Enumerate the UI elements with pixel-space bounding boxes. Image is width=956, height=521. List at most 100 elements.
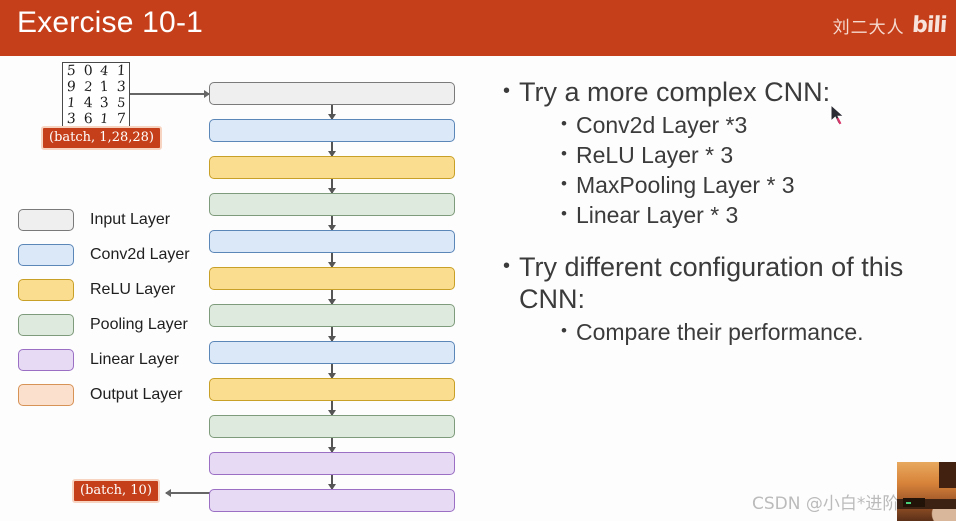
legend-item-relu: ReLU Layer: [18, 272, 190, 307]
presenter-video-thumbnail[interactable]: [897, 462, 956, 521]
bullet-heading-2: • Try different configuration of this CN…: [503, 251, 948, 317]
layer-legend: Input Layer Conv2d Layer ReLU Layer Pool…: [18, 202, 190, 412]
brand-watermark: 刘二大人 bili: [832, 12, 947, 39]
layer-slot: [209, 156, 455, 194]
sub-bullet-maxpooling: • MaxPooling Layer * 3: [561, 171, 948, 201]
digit-cell: 9: [66, 78, 77, 96]
legend-item-linear: Linear Layer: [18, 342, 190, 377]
mnist-digit-grid: 5 0 4 1 9 2 1 3 1 4 3 5 3 6 1 7: [62, 62, 130, 128]
legend-swatch-output: [18, 383, 74, 406]
digit-cell: 3: [115, 78, 126, 96]
flow-arrow-icon: [328, 475, 336, 490]
page-title: Exercise 10-1: [17, 6, 204, 39]
output-shape-tag: (batch, 10): [72, 479, 160, 503]
bullet-dot-icon: •: [561, 321, 567, 341]
legend-label-pooling: Pooling Layer: [90, 315, 188, 333]
sub-bullet-relu-text: ReLU Layer * 3: [575, 141, 734, 168]
digit-cell: 5: [66, 62, 77, 80]
legend-swatch-linear: [18, 348, 74, 371]
layer-bar-linear-2: [209, 489, 455, 512]
layer-slot: [209, 415, 455, 453]
digit-cell: 0: [83, 62, 93, 80]
legend-item-output: Output Layer: [18, 377, 190, 412]
slide-canvas: Exercise 10-1 刘二大人 bili 5 0 4 1 9 2 1 3 …: [0, 0, 956, 521]
sub-bullet-relu: • ReLU Layer * 3: [561, 141, 948, 171]
brand-author-name: 刘二大人: [832, 18, 905, 38]
legend-label-conv2d: Conv2d Layer: [90, 245, 190, 263]
slide-body-content: • Try a more complex CNN: • Conv2d Layer…: [503, 76, 948, 348]
digit-cell: 1: [66, 95, 77, 111]
bullet-dot-icon: •: [561, 203, 567, 223]
layer-bar-relu-2: [209, 267, 455, 290]
legend-label-output: Output Layer: [90, 385, 183, 403]
input-connector-arrow: [130, 90, 210, 97]
legend-swatch-conv2d: [18, 243, 74, 266]
input-shape-tag: (batch, 1,28,28): [41, 126, 162, 150]
sub-bullet-linear-text: Linear Layer * 3: [575, 201, 739, 228]
layer-slot: [209, 304, 455, 342]
layer-slot: [209, 489, 455, 521]
digit-cell: 4: [99, 63, 110, 79]
layer-bar-conv2d-1: [209, 119, 455, 142]
bilibili-logo-icon: bili: [910, 12, 947, 38]
sub-bullet-maxpooling-text: MaxPooling Layer * 3: [575, 171, 795, 198]
layer-bar-relu-3: [209, 378, 455, 401]
flow-arrow-icon: [328, 105, 336, 120]
layer-bar-linear-1: [209, 452, 455, 475]
layer-bar-pooling-2: [209, 304, 455, 327]
layer-bar-conv2d-2: [209, 230, 455, 253]
flow-arrow-icon: [328, 216, 336, 231]
digit-cell: 4: [83, 94, 93, 112]
flow-arrow-icon: [328, 253, 336, 268]
thumbnail-led-region: [906, 502, 911, 504]
layer-slot: [209, 119, 455, 157]
flow-arrow-icon: [328, 401, 336, 416]
digit-cell: 3: [66, 110, 77, 128]
layer-slot: [209, 267, 455, 305]
slide-header-bar: Exercise 10-1 刘二大人 bili: [0, 0, 956, 56]
flow-arrow-icon: [328, 364, 336, 379]
layer-bar-conv2d-3: [209, 341, 455, 364]
sub-bullet-compare: • Compare their performance.: [561, 318, 948, 348]
bullet-heading-1-text: Try a more complex CNN:: [519, 77, 831, 107]
layer-bar-input: [209, 82, 455, 105]
output-connector-arrow: [165, 489, 210, 496]
layer-slot: [209, 341, 455, 379]
digit-cell: 3: [99, 94, 110, 112]
legend-swatch-pooling: [18, 313, 74, 336]
digit-cell: 5: [115, 95, 126, 111]
bullet-heading-2-text: Try different configuration of this CNN:: [519, 251, 904, 315]
bullet-dot-icon: •: [503, 80, 511, 102]
layer-slot: [209, 452, 455, 490]
digit-cell: 7: [115, 110, 126, 128]
sub-bullet-compare-text: Compare their performance.: [575, 319, 864, 346]
digit-cell: 2: [82, 79, 93, 95]
flow-arrow-icon: [328, 327, 336, 342]
sub-bullet-conv2d-text: Conv2d Layer *3: [575, 111, 748, 138]
digit-cell: 1: [99, 78, 110, 96]
sub-bullet-conv2d: • Conv2d Layer *3: [561, 111, 948, 141]
legend-item-input: Input Layer: [18, 202, 190, 237]
layer-bar-pooling-1: [209, 193, 455, 216]
network-layer-stack: [209, 82, 455, 521]
bullet-dot-icon: •: [561, 143, 567, 163]
sub-bullet-linear: • Linear Layer * 3: [561, 201, 948, 231]
layer-slot: [209, 193, 455, 231]
layer-slot: [209, 230, 455, 268]
legend-label-linear: Linear Layer: [90, 350, 179, 368]
layer-slot: [209, 378, 455, 416]
legend-item-pooling: Pooling Layer: [18, 307, 190, 342]
legend-label-input: Input Layer: [90, 210, 171, 228]
digit-cell: 1: [115, 62, 126, 80]
legend-swatch-relu: [18, 278, 74, 301]
bullet-group-configuration: • Try different configuration of this CN…: [503, 251, 948, 349]
bullet-heading-1: • Try a more complex CNN:: [503, 76, 948, 109]
legend-item-conv2d: Conv2d Layer: [18, 237, 190, 272]
flow-arrow-icon: [328, 179, 336, 194]
legend-label-relu: ReLU Layer: [90, 280, 176, 298]
bullet-dot-icon: •: [503, 254, 511, 277]
flow-arrow-icon: [328, 142, 336, 157]
flow-arrow-icon: [328, 438, 336, 453]
bullet-group-complex-cnn: • Try a more complex CNN: • Conv2d Layer…: [503, 76, 948, 231]
flow-arrow-icon: [328, 290, 336, 305]
